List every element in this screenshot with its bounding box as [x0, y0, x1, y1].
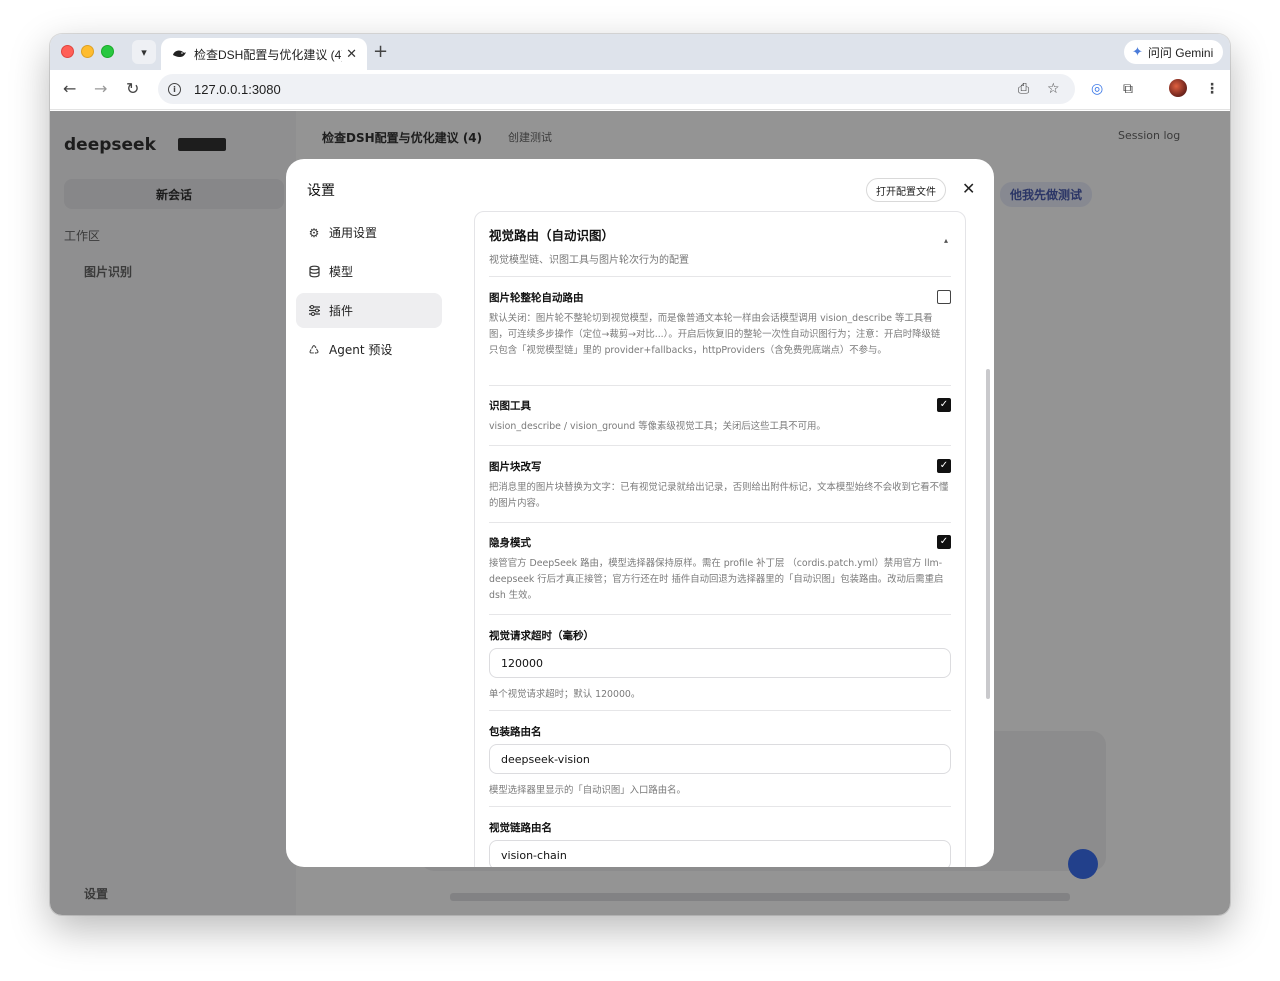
forward-arrow-icon[interactable]: → [94, 79, 107, 98]
setting-wrapper-route: 包装路由名 [489, 724, 949, 739]
reload-icon[interactable]: ↻ [126, 79, 139, 98]
setting-stealth-mode: 隐身模式 接管官方 DeepSeek 路由，模型选择器保持原样。需在 profi… [489, 535, 949, 604]
nav-item-label: 插件 [329, 304, 354, 318]
gemini-sparkle-icon: ✦ [1132, 44, 1143, 59]
extensions-puzzle-icon[interactable]: ⧉ [1123, 81, 1133, 97]
browser-toolbar: ← → ↻ i 127.0.0.1:3080 ⎙ ☆ ◎ ⧉ ⋮ [50, 70, 1230, 110]
site-info-icon[interactable]: i [168, 82, 181, 96]
vision-tools-checkbox[interactable]: ✓ [937, 398, 951, 412]
setting-title: 图片轮整轮自动路由 [489, 292, 584, 304]
modal-scrollbar[interactable] [986, 369, 990, 699]
setting-title: 识图工具 [489, 400, 531, 412]
divider [489, 445, 951, 446]
timeout-hint: 单个视觉请求超时；默认 120000。 [489, 689, 641, 700]
url-text: 127.0.0.1:3080 [194, 81, 281, 97]
setting-description: 默认关闭：图片轮不整轮切到视觉模型，而是像普通文本轮一样由会话模型调用 visi… [489, 313, 941, 356]
database-icon [307, 265, 321, 279]
setting-vision-timeout: 视觉请求超时（毫秒） [489, 628, 949, 643]
full-turn-auto-route-checkbox[interactable] [937, 290, 951, 304]
chain-route-input[interactable]: vision-chain [489, 840, 951, 867]
agent-icon: ♺ [308, 342, 320, 357]
minimize-window-button[interactable] [81, 45, 94, 58]
tab-search-button[interactable]: ▾ [132, 40, 156, 64]
divider [489, 276, 951, 277]
nav-item-general[interactable]: ⚙ 通用设置 [296, 215, 442, 250]
address-bar[interactable]: i 127.0.0.1:3080 ⎙ ☆ [158, 74, 1075, 104]
image-block-rewrite-checkbox[interactable]: ✓ [937, 459, 951, 473]
stealth-mode-checkbox[interactable]: ✓ [937, 535, 951, 549]
section-subtitle: 视觉模型链、识图工具与图片轮次行为的配置 [489, 255, 689, 266]
setting-chain-route: 视觉链路由名 [489, 820, 949, 835]
back-arrow-icon[interactable]: ← [63, 79, 76, 98]
ask-gemini-label: 问问 Gemini [1147, 45, 1214, 60]
divider [489, 522, 951, 523]
ask-gemini-button[interactable]: ✦ 问问 Gemini [1124, 40, 1224, 64]
section-header[interactable]: 视觉路由（自动识图） 视觉模型链、识图工具与图片轮次行为的配置 [489, 225, 689, 266]
divider [489, 806, 951, 807]
vision-timeout-input[interactable]: 120000 [489, 648, 951, 678]
open-config-file-button[interactable]: 打开配置文件 [866, 178, 946, 202]
collapse-caret-icon[interactable]: ▴ [944, 236, 948, 245]
deepseek-whale-icon [173, 50, 186, 57]
more-menu-icon[interactable]: ⋮ [1205, 81, 1219, 97]
tab-strip: ▾ 检查DSH配置与优化建议 (4) – ✕ + ✦ 问问 Gemini [50, 34, 1230, 70]
wrapper-route-label: 包装路由名 [489, 726, 542, 738]
new-tab-button[interactable]: + [373, 41, 388, 62]
chain-route-label: 视觉链路由名 [489, 822, 552, 834]
modal-title: 设置 [307, 183, 335, 199]
sliders-icon [307, 304, 321, 318]
wrapper-route-hint: 模型选择器里显示的「自动识图」入口路由名。 [489, 785, 686, 796]
chevron-down-icon: ▾ [141, 45, 147, 59]
gear-icon: ⚙ [308, 225, 320, 240]
setting-image-block-rewrite: 图片块改写 把消息里的图片块替换为文字：已有视觉记录就给出记录，否则给出附件标记… [489, 459, 949, 512]
tab-title: 检查DSH配置与优化建议 (4) – [194, 47, 342, 62]
browser-tab[interactable]: 检查DSH配置与优化建议 (4) – ✕ [161, 38, 367, 70]
extension-circle-icon[interactable]: ◎ [1091, 81, 1103, 97]
close-window-button[interactable] [61, 45, 74, 58]
install-app-icon[interactable]: ⎙ [1018, 81, 1029, 97]
wrapper-route-input[interactable]: deepseek-vision [489, 744, 951, 774]
divider [489, 614, 951, 615]
settings-modal: 设置 打开配置文件 ✕ ⚙ 通用设置 模型 插件 ♺ Agent 预设 视觉路由… [286, 159, 994, 867]
bookmark-star-icon[interactable]: ☆ [1047, 81, 1060, 97]
setting-description: 接管官方 DeepSeek 路由，模型选择器保持原样。需在 profile 补丁… [489, 558, 944, 601]
divider [489, 385, 951, 386]
nav-item-label: 通用设置 [329, 226, 378, 240]
nav-item-models[interactable]: 模型 [296, 254, 442, 289]
settings-nav: ⚙ 通用设置 模型 插件 ♺ Agent 预设 [296, 215, 442, 371]
maximize-window-button[interactable] [101, 45, 114, 58]
section-title: 视觉路由（自动识图） [489, 228, 615, 243]
setting-description: 把消息里的图片块替换为文字：已有视觉记录就给出记录，否则给出附件标记，文本模型始… [489, 482, 949, 509]
close-icon[interactable]: ✕ [962, 179, 975, 198]
nav-item-label: Agent 预设 [329, 343, 393, 357]
nav-item-agent-presets[interactable]: ♺ Agent 预设 [296, 332, 442, 367]
setting-vision-tools: 识图工具 vision_describe / vision_ground 等像素… [489, 398, 949, 435]
setting-full-turn-auto-route: 图片轮整轮自动路由 默认关闭：图片轮不整轮切到视觉模型，而是像普通文本轮一样由会… [489, 290, 949, 359]
nav-item-plugins[interactable]: 插件 [296, 293, 442, 328]
divider [489, 710, 951, 711]
tab-close-icon[interactable]: ✕ [346, 47, 357, 62]
setting-title: 隐身模式 [489, 537, 531, 549]
browser-window: ▾ 检查DSH配置与优化建议 (4) – ✕ + ✦ 问问 Gemini ← →… [50, 34, 1230, 915]
timeout-label: 视觉请求超时（毫秒） [489, 630, 594, 642]
setting-description: vision_describe / vision_ground 等像素级视觉工具… [489, 421, 826, 432]
profile-avatar[interactable] [1169, 79, 1187, 97]
nav-item-label: 模型 [329, 265, 354, 279]
vision-routing-panel: 视觉路由（自动识图） 视觉模型链、识图工具与图片轮次行为的配置 ▴ 图片轮整轮自… [474, 211, 966, 867]
setting-title: 图片块改写 [489, 461, 542, 473]
